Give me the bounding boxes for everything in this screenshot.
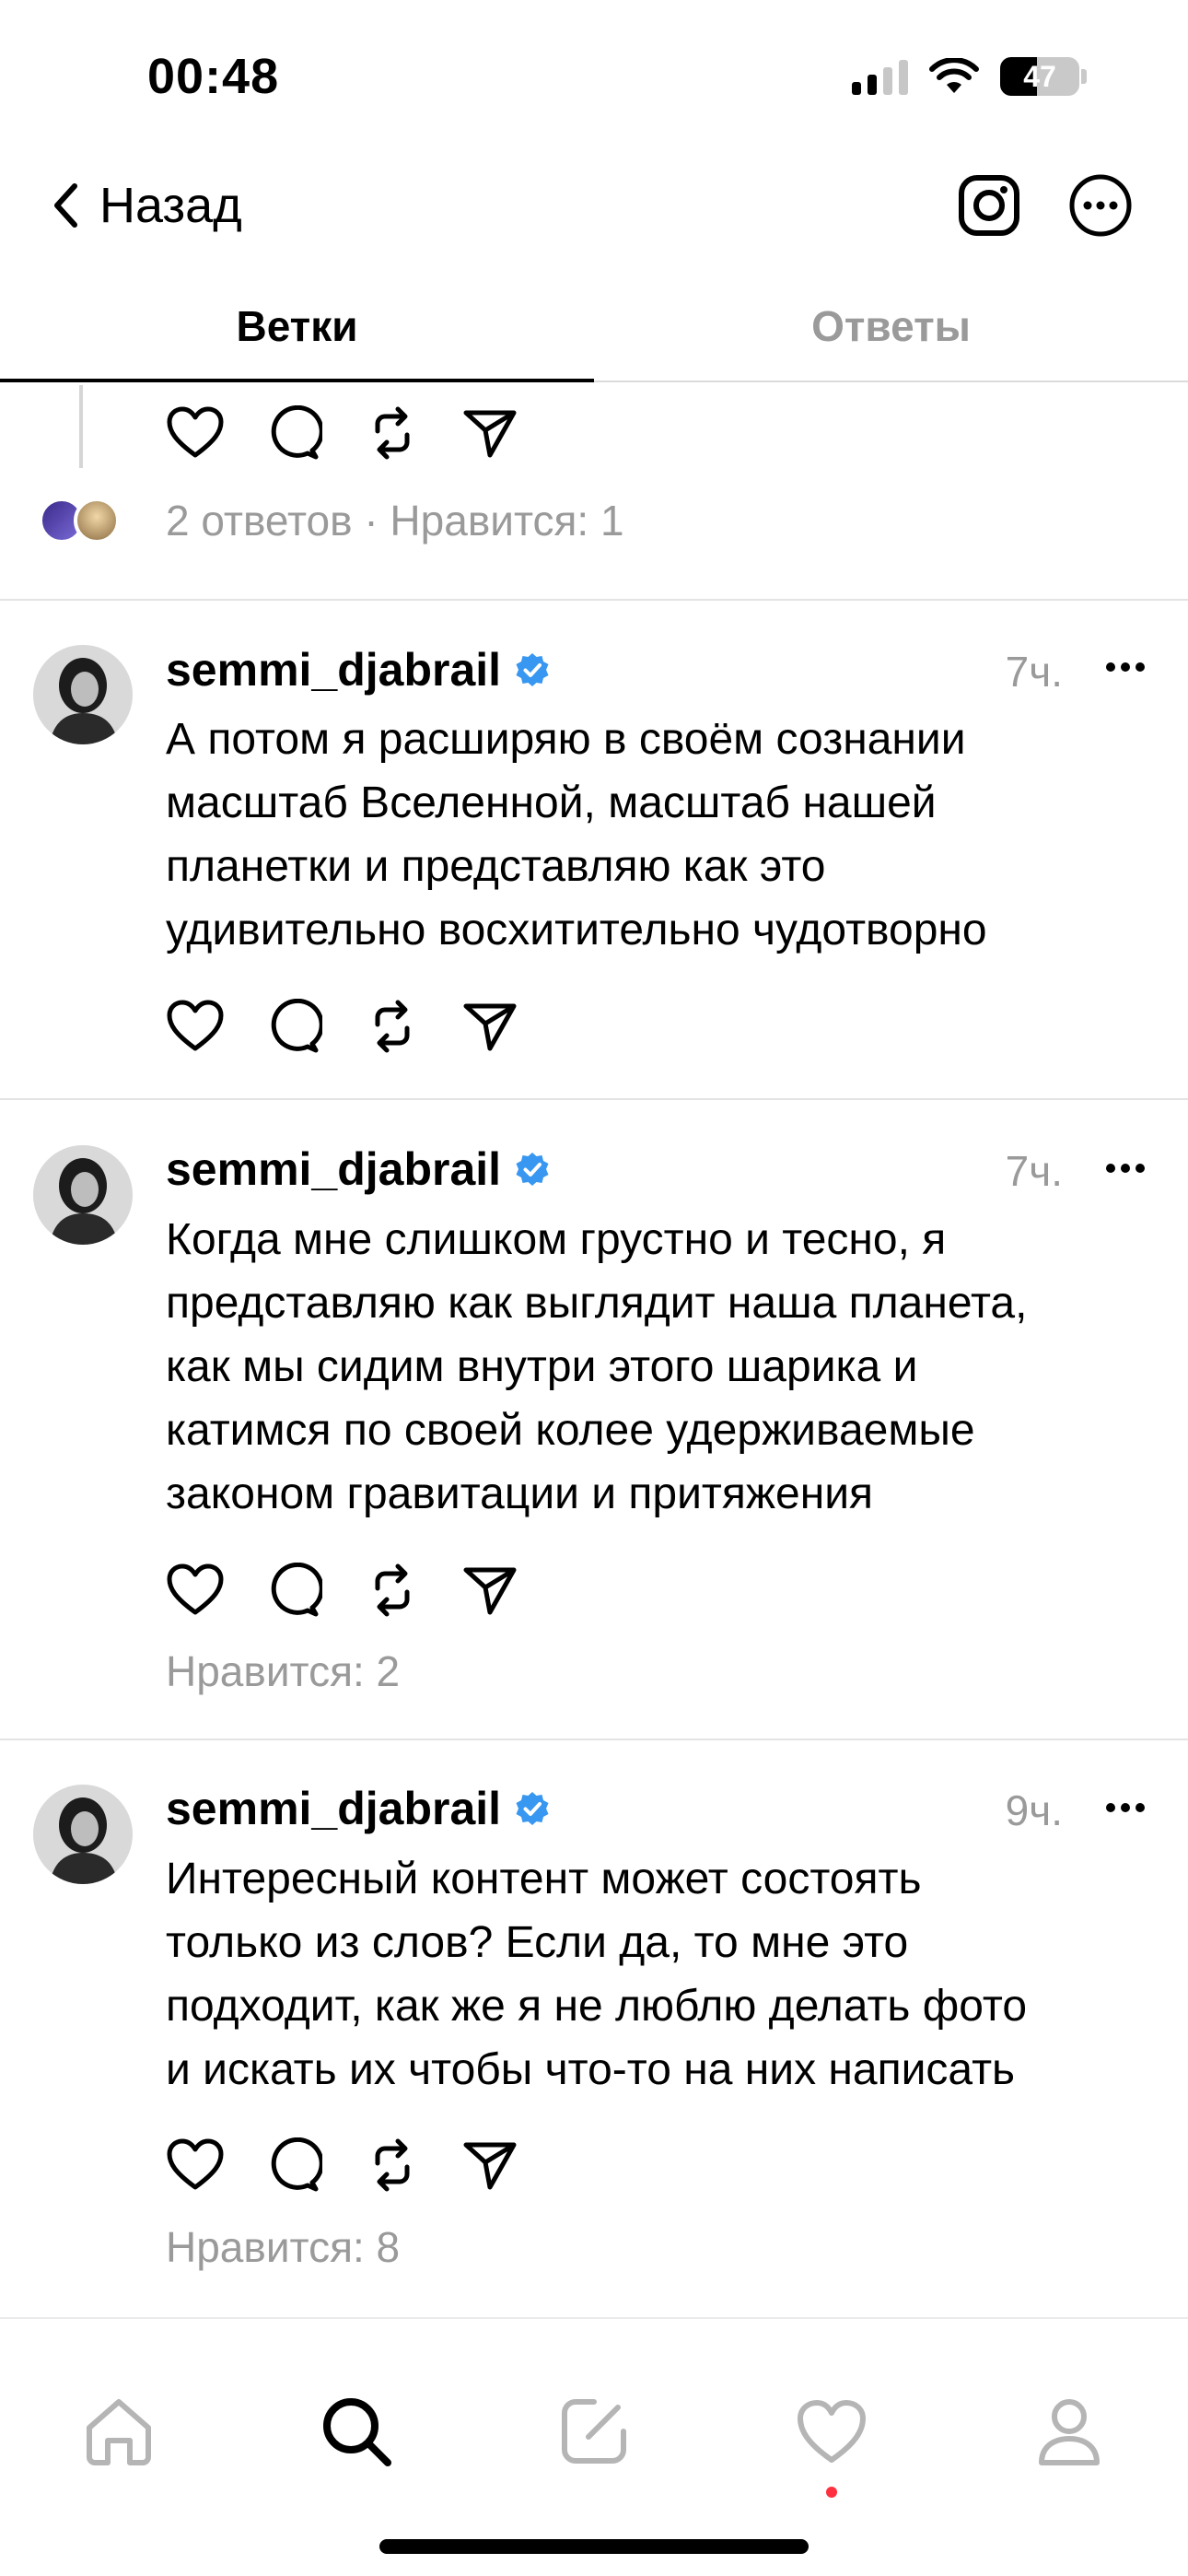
avatar[interactable]	[33, 1145, 133, 1245]
nav-search[interactable]	[310, 2385, 402, 2477]
share-icon[interactable]	[462, 999, 518, 1054]
post-divider	[0, 1098, 1188, 1100]
more-icon[interactable]	[1105, 1802, 1146, 1813]
verified-icon	[516, 1792, 549, 1825]
like-icon[interactable]	[166, 999, 225, 1054]
nav-compose[interactable]	[548, 2385, 640, 2477]
avatar[interactable]	[33, 645, 133, 744]
nav-header: Назад	[0, 166, 1188, 249]
status-time: 00:48	[147, 49, 280, 104]
comment-icon[interactable]	[267, 2137, 322, 2193]
home-indicator	[379, 2539, 809, 2554]
username-text: semmi_djabrail	[166, 1143, 502, 1195]
like-icon[interactable]	[166, 2137, 225, 2193]
post-actions	[166, 2136, 518, 2195]
tab-replies[interactable]: Ответы	[594, 290, 1188, 381]
like-icon[interactable]	[166, 405, 225, 461]
home-icon	[87, 2399, 151, 2465]
more-icon[interactable]	[1105, 662, 1146, 673]
share-icon[interactable]	[462, 1563, 518, 1618]
compose-icon	[562, 2399, 626, 2464]
repost-icon[interactable]	[365, 1561, 420, 1620]
more-icon[interactable]	[1105, 1163, 1146, 1174]
wifi-icon	[929, 58, 979, 93]
battery-level: 47	[1023, 59, 1056, 93]
status-icons: 47	[852, 57, 1087, 96]
post-text: Интересный контент может состоять только…	[166, 1855, 1028, 2094]
avatar	[74, 498, 120, 544]
instagram-icon[interactable]	[958, 174, 1020, 237]
post-actions	[166, 404, 518, 463]
back-button[interactable]: Назад	[52, 177, 242, 234]
repost-icon[interactable]	[365, 404, 420, 463]
back-label: Назад	[99, 178, 242, 233]
post-time: 9ч.	[1005, 1786, 1063, 1834]
username[interactable]: semmi_djabrail	[166, 1142, 551, 1196]
post-text: А потом я расширяю в своём сознании масш…	[166, 715, 987, 954]
share-icon[interactable]	[462, 405, 518, 461]
profile-tabs: Ветки Ответы	[0, 290, 1188, 382]
search-icon	[323, 2398, 391, 2466]
username[interactable]: semmi_djabrail	[166, 1782, 551, 1835]
post-time: 7ч.	[1005, 1147, 1063, 1195]
thread-line	[79, 385, 83, 468]
repost-icon[interactable]	[365, 997, 420, 1056]
verified-icon	[516, 653, 549, 686]
post-meta[interactable]: 2 ответов · Нравится: 1	[166, 496, 624, 545]
profile-icon	[1039, 2399, 1100, 2465]
post-actions	[166, 997, 518, 1056]
repost-icon[interactable]	[365, 2136, 420, 2195]
nav-activity[interactable]	[786, 2385, 878, 2498]
comment-icon[interactable]	[267, 999, 322, 1054]
username[interactable]: semmi_djabrail	[166, 643, 551, 697]
reply-avatars	[39, 496, 131, 547]
likes-count[interactable]: Нравится: 2	[166, 1646, 400, 1696]
nav-profile[interactable]	[1023, 2385, 1115, 2477]
battery-icon: 47	[1000, 57, 1079, 96]
verified-icon	[516, 1153, 549, 1186]
post-divider	[0, 599, 1188, 601]
tab-threads[interactable]: Ветки	[0, 290, 594, 382]
comment-icon[interactable]	[267, 405, 322, 461]
post-text: Когда мне слишком грустно и тесно, я пре…	[166, 1215, 1028, 1518]
nav-home[interactable]	[73, 2385, 165, 2477]
like-icon[interactable]	[166, 1563, 225, 1618]
post-divider	[0, 1739, 1188, 1740]
status-bar: 00:48 47	[0, 0, 1188, 157]
avatar[interactable]	[33, 1785, 133, 1884]
bottom-nav	[0, 2317, 1188, 2576]
signal-icon	[852, 58, 908, 95]
comment-icon[interactable]	[267, 1563, 322, 1618]
likes-count[interactable]: Нравится: 8	[166, 2222, 400, 2272]
chevron-left-icon	[54, 183, 77, 228]
share-icon[interactable]	[462, 2137, 518, 2193]
username-text: semmi_djabrail	[166, 1783, 502, 1834]
username-text: semmi_djabrail	[166, 644, 502, 696]
heart-icon	[798, 2400, 866, 2463]
post-actions	[166, 1561, 518, 1620]
more-circle-icon[interactable]	[1068, 173, 1133, 238]
notification-dot	[826, 2487, 837, 2498]
post-time: 7ч.	[1005, 648, 1063, 696]
